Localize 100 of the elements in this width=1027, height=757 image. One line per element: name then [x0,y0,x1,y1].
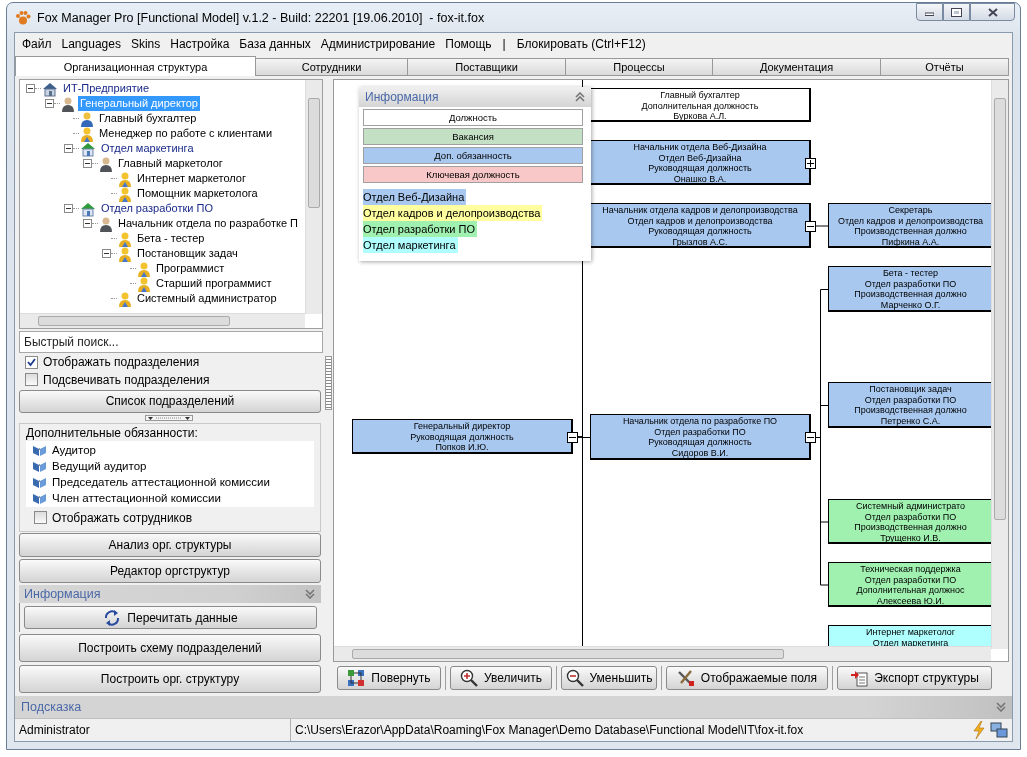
collapse-toggle[interactable] [805,432,816,443]
plus-icon [807,159,814,167]
legend-header[interactable]: Информация [359,87,591,107]
panel-title: Информация [365,90,439,104]
person-icon [118,290,132,307]
house-icon [80,200,96,217]
toolbar-button[interactable]: Отображаемые поля [666,666,828,690]
menu-separator: | [501,36,507,53]
vertical-scrollbar[interactable] [991,80,1008,649]
action-button[interactable]: Построить схему подразделений [19,634,321,663]
splitter-grip-icon[interactable] [145,415,193,422]
tab[interactable]: Организационная структура [15,56,256,76]
legend-item: Вакансия [363,128,583,145]
toolbar-button[interactable]: Экспорт структуры [837,666,992,690]
book-icon [32,443,47,456]
expand-toggle[interactable] [805,157,816,169]
collapse-toggle[interactable] [83,219,92,228]
list-item[interactable]: Ведущий аудитор [52,459,147,472]
splitter-handle[interactable] [325,356,332,410]
collapse-toggle[interactable] [805,220,816,232]
panel-title: Подсказка [21,700,82,714]
minus-icon [85,161,90,166]
tree-item[interactable]: Программист [154,261,227,276]
collapse-toggle[interactable] [102,249,111,258]
search-field[interactable]: Быстрый поиск... [19,331,323,354]
menu-item[interactable]: Настройка [165,34,235,54]
tab[interactable]: Сотрудники [256,58,408,76]
rotate-icon [347,669,366,687]
vertical-scrollbar[interactable] [305,80,322,315]
collapse-toggle[interactable] [83,159,92,168]
org-node: Генеральный директор Руководящая должность Попков И.Ю. [352,419,573,454]
collapse-toggle[interactable] [64,204,73,213]
tab[interactable]: Документация [713,58,881,76]
checkbox[interactable] [25,373,38,387]
tab[interactable]: Отчёты [881,58,1009,76]
tree-item[interactable]: Начальник отдела по разработке П [116,216,300,231]
horizontal-scrollbar[interactable] [20,313,305,329]
horizontal-scrollbar[interactable] [334,646,991,661]
action-button[interactable]: Редактор оргструктур [19,558,321,583]
menu-item[interactable]: Skins [125,34,166,54]
checkbox[interactable] [25,355,38,369]
collapse-toggle[interactable] [567,431,578,443]
minus-icon [85,221,90,226]
tree-item[interactable]: Бета - тестер [135,231,207,246]
close-button[interactable] [970,3,1015,21]
minus-icon [104,251,109,256]
person-icon [118,230,132,247]
section-header[interactable]: Информация [19,584,321,604]
tree-item[interactable]: Помощник маркетолога [135,186,260,201]
legend-item: Ключевая должность [363,166,583,183]
status-user: Administrator [18,723,91,737]
tree-item[interactable]: Менеджер по работе с клиентами [97,126,275,141]
collapse-toggle[interactable] [64,144,73,153]
menu-item[interactable]: Languages [56,34,126,54]
tree-item[interactable]: Отдел маркетинга [99,141,196,156]
tree-item[interactable]: Интернет маркетолог [135,171,248,186]
checkbox-label: Отображать подразделения [43,355,200,369]
tree-item[interactable]: Системный администратор [135,291,279,306]
department-label: Отдел маркетинга [363,237,458,253]
maximize-icon [951,7,962,17]
connector-line [814,225,829,227]
action-button[interactable]: Построить орг. структуру [19,665,321,693]
status-path: C:\Users\Erazor\AppData\Roaming\Fox Manager\Demo Database\Functional Model\IT\fox-it.fox [294,723,805,737]
minus-icon [28,86,33,91]
toolbar-button[interactable]: Повернуть [337,666,441,690]
toolbar-button[interactable]: Увеличить [450,666,552,690]
menu-item[interactable]: Блокировать (Ctrl+F12) [511,34,651,54]
tree-item[interactable]: Главный маркетолог [116,156,225,171]
maximize-button[interactable] [943,3,970,21]
collapse-toggle[interactable] [45,99,54,108]
tree-item[interactable]: Главный бухгалтер [97,111,199,126]
menu-item[interactable]: Администрирование [315,34,441,54]
refresh-icon [103,608,122,627]
list-item[interactable]: Член аттестационной комиссии [52,491,221,504]
menu-item[interactable]: Помощь [440,34,497,54]
tree-item[interactable]: Старший программист [154,276,274,291]
tree-item[interactable]: Постановщик задач [135,246,240,261]
department-label: Отдел кадров и делопроизводства [363,205,543,221]
collapse-icon [575,92,585,102]
fox-logo-icon [15,9,31,26]
list-item[interactable]: Председатель аттестационной комиссии [52,475,270,488]
expand-icon [305,588,315,599]
person-icon [99,215,113,232]
minimize-button[interactable] [916,3,943,21]
tab[interactable]: Процессы [566,58,713,76]
menu-item[interactable]: Файл [17,34,57,54]
tree-item[interactable]: Отдел разработки ПО [99,201,215,216]
group-title: Дополнительные обязанности: [26,425,199,440]
collapse-toggle[interactable] [26,84,35,93]
checkbox[interactable] [34,511,47,525]
action-button[interactable]: Анализ орг. структуры [19,532,321,557]
departments-list-button[interactable]: Список подразделений [19,389,321,413]
action-button[interactable]: Перечитать данные [24,606,317,630]
window-title: Fox Manager Pro [Functional Model] v.1.2 - Build: 22201 [19.06.2010] - fox-it.fox [37,10,485,25]
menu-item[interactable]: База данных [234,34,316,54]
tab[interactable]: Поставщики [408,58,566,76]
tree-item[interactable]: ИТ-Предприятие [61,81,152,96]
person-icon [118,185,132,202]
list-item[interactable]: Аудитор [52,443,96,456]
toolbar-button[interactable]: Уменьшить [561,666,657,690]
